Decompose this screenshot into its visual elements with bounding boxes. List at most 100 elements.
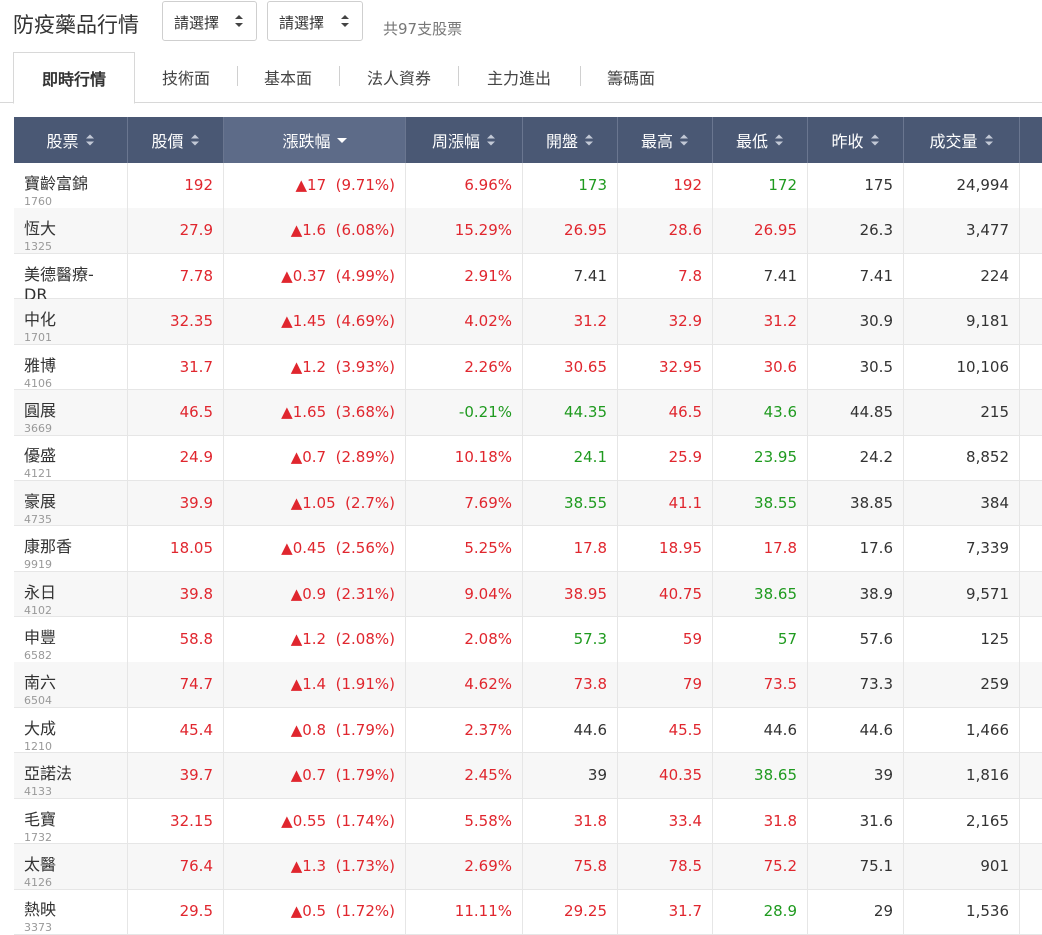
col-low-header[interactable]: 最低 — [713, 117, 808, 163]
stock-cell[interactable]: 南六 6504 — [14, 662, 128, 708]
stock-cell[interactable]: 大成 1210 — [14, 707, 128, 753]
table-row[interactable]: 中化 1701 32.35 ▲1.45 (4.69%) 4.02% 31.2 32.9 31.… — [14, 299, 1042, 345]
col-high-cell: 78.5 — [618, 844, 713, 889]
stock-cell[interactable]: 中化 1701 — [14, 299, 128, 345]
col-high-cell: 46.5 — [618, 390, 713, 435]
table-row[interactable]: 亞諾法 4133 39.7 ▲0.7 (1.79%) 2.45% 39 40.35 38.65… — [14, 753, 1042, 799]
table-row[interactable]: 豪展 4735 39.9 ▲1.05 (2.7%) 7.69% 38.55 41.1 38.5… — [14, 480, 1042, 527]
top-bar: 防疫藥品行情 請選擇 請選擇 共97支股票 — [0, 0, 1042, 52]
col-low-value: 57 — [777, 630, 797, 648]
stock-name[interactable]: 大成 — [24, 715, 117, 739]
table-row[interactable]: 熱映 3373 29.5 ▲0.5 (1.72%) 11.11% 29.25 31.7 28.… — [14, 889, 1042, 935]
stock-cell[interactable]: 寶齡富錦 1760 — [14, 163, 128, 208]
col-price-cell: 32.15 — [128, 798, 224, 844]
stock-name[interactable]: 毛寶 — [24, 806, 117, 830]
col-price-value: 31.7 — [179, 357, 213, 376]
stock-name[interactable]: 雅博 — [24, 352, 117, 376]
col-prev-value: 73.3 — [859, 675, 893, 694]
stock-name[interactable]: 豪展 — [24, 488, 117, 512]
tab-fundamental[interactable]: 基本面 — [247, 52, 329, 103]
col-week-header[interactable]: 周漲幅 — [406, 117, 523, 163]
stock-code: 1325 — [24, 240, 52, 254]
tab-realtime[interactable]: 即時行情 — [13, 52, 135, 104]
table-row[interactable]: 圓展 3669 46.5 ▲1.65 (3.68%) -0.21% 44.35 46.5 43… — [14, 390, 1042, 436]
col-change-header[interactable]: 漲跌幅 — [224, 117, 406, 163]
table-row[interactable]: 永日 4102 39.8 ▲0.9 (2.31%) 9.04% 38.95 40.75 38.… — [14, 571, 1042, 618]
stock-name[interactable]: 中化 — [24, 306, 117, 330]
col-low-value: 172 — [768, 176, 797, 194]
stock-cell[interactable]: 豪展 4735 — [14, 480, 128, 526]
col-stock-header[interactable]: 股票 — [14, 117, 128, 163]
stock-code: 1701 — [24, 331, 52, 345]
stock-name[interactable]: 太醫 — [24, 851, 117, 875]
col-week-value: 5.58% — [464, 811, 512, 830]
stock-cell[interactable]: 申豐 6582 — [14, 617, 128, 662]
stock-cell[interactable]: 優盛 4121 — [14, 435, 128, 481]
col-low-cell: 7.41 — [713, 253, 808, 299]
select-caret-icon — [341, 15, 349, 27]
col-volume-header[interactable]: 成交量 — [904, 117, 1020, 163]
row-filler — [1020, 345, 1042, 390]
col-prev-cell: 57.6 — [808, 617, 904, 662]
table-row[interactable]: 美德醫療-DR9103 7.78 ▲0.37 (4.99%) 2.91% 7.41 7.8… — [14, 253, 1042, 318]
col-open-cell: 7.41 — [523, 253, 618, 299]
stock-cell[interactable]: 恆大 1325 — [14, 208, 128, 254]
col-high-value: 33.4 — [668, 811, 702, 830]
table-row[interactable]: 雅博 4106 31.7 ▲1.2 (3.93%) 2.26% 30.65 32.95 30.… — [14, 344, 1042, 391]
col-volume-value: 9,181 — [966, 312, 1009, 331]
col-open-cell: 57.3 — [523, 617, 618, 662]
col-change-cell: ▲0.7 (1.79%) — [224, 753, 406, 799]
table-row[interactable]: 南六 6504 74.7 ▲1.4 (1.91%) 4.62% 73.8 79 73.5 73.… — [14, 662, 1042, 708]
stock-name[interactable]: 康那香 — [24, 533, 117, 557]
table-row[interactable]: 毛寶 1732 32.15 ▲0.55 (1.74%) 5.58% 31.8 33.4 31.… — [14, 798, 1042, 845]
stock-name[interactable]: 美德醫療-DR — [24, 261, 117, 304]
stock-cell[interactable]: 太醫 4126 — [14, 844, 128, 889]
stock-cell[interactable]: 毛寶 1732 — [14, 798, 128, 844]
stock-cell[interactable]: 圓展 3669 — [14, 390, 128, 435]
col-price-header[interactable]: 股價 — [128, 117, 224, 163]
stock-name[interactable]: 熱映 — [24, 896, 117, 920]
col-prev-cell: 29 — [808, 889, 904, 935]
tab-technical[interactable]: 技術面 — [145, 52, 227, 103]
stock-cell[interactable]: 美德醫療-DR9103 — [14, 253, 128, 318]
col-volume-cell: 259 — [904, 662, 1020, 708]
table-row[interactable]: 大成 1210 45.4 ▲0.8 (1.79%) 2.37% 44.6 45.5 44.6 4… — [14, 707, 1042, 754]
col-open-header[interactable]: 開盤 — [523, 117, 618, 163]
col-high-header[interactable]: 最高 — [618, 117, 713, 163]
stock-name[interactable]: 恆大 — [24, 215, 117, 239]
stock-name[interactable]: 優盛 — [24, 442, 117, 466]
category-select-2[interactable]: 請選擇 — [267, 1, 363, 41]
table-row[interactable]: 太醫 4126 76.4 ▲1.3 (1.73%) 2.69% 75.8 78.5 75.2 7… — [14, 844, 1042, 890]
stock-name[interactable]: 申豐 — [24, 624, 117, 648]
stock-cell[interactable]: 康那香 9919 — [14, 526, 128, 572]
stock-cell[interactable]: 雅博 4106 — [14, 344, 128, 390]
stock-cell[interactable]: 亞諾法 4133 — [14, 753, 128, 799]
table-row[interactable]: 優盛 4121 24.9 ▲0.7 (2.89%) 10.18% 24.1 25.9 23.9… — [14, 435, 1042, 481]
tab-major-players[interactable]: 主力進出 — [468, 52, 570, 103]
tab-institutional[interactable]: 法人資券 — [350, 52, 448, 103]
stock-code: 1732 — [24, 830, 52, 844]
col-prev-header[interactable]: 昨收 — [808, 117, 904, 163]
col-prev-cell: 7.41 — [808, 253, 904, 299]
stock-cell[interactable]: 永日 4102 — [14, 571, 128, 617]
stock-name[interactable]: 亞諾法 — [24, 760, 117, 784]
col-prev-cell: 73.3 — [808, 662, 904, 708]
tab-bar: 即時行情 技術面 基本面 法人資券 主力進出 籌碼面 — [0, 52, 1042, 104]
stock-name[interactable]: 圓展 — [24, 397, 117, 421]
stock-name[interactable]: 南六 — [24, 669, 117, 693]
tab-chips[interactable]: 籌碼面 — [590, 52, 672, 103]
table-row[interactable]: 申豐 6582 58.8 ▲1.2 (2.08%) 2.08% 57.3 59 57 57.6 1… — [14, 617, 1042, 663]
col-volume-value: 9,571 — [966, 584, 1009, 603]
col-low-cell: 31.2 — [713, 299, 808, 345]
stock-cell[interactable]: 熱映 3373 — [14, 889, 128, 935]
category-select-1[interactable]: 請選擇 — [162, 1, 257, 41]
table-row[interactable]: 寶齡富錦 1760 192 ▲17 (9.71%) 6.96% 173 192 172 175 2… — [14, 163, 1042, 209]
sort-icon — [85, 134, 94, 146]
col-high-value: 46.5 — [668, 403, 702, 421]
col-low-cell: 57 — [713, 617, 808, 662]
col-prev-cell: 31.6 — [808, 798, 904, 844]
stock-name[interactable]: 永日 — [24, 579, 117, 603]
stock-name[interactable]: 寶齡富錦 — [24, 170, 117, 194]
table-row[interactable]: 康那香 9919 18.05 ▲0.45 (2.56%) 5.25% 17.8 18.95 1… — [14, 526, 1042, 572]
table-row[interactable]: 恆大 1325 27.9 ▲1.6 (6.08%) 15.29% 26.95 28.6 26.… — [14, 208, 1042, 254]
